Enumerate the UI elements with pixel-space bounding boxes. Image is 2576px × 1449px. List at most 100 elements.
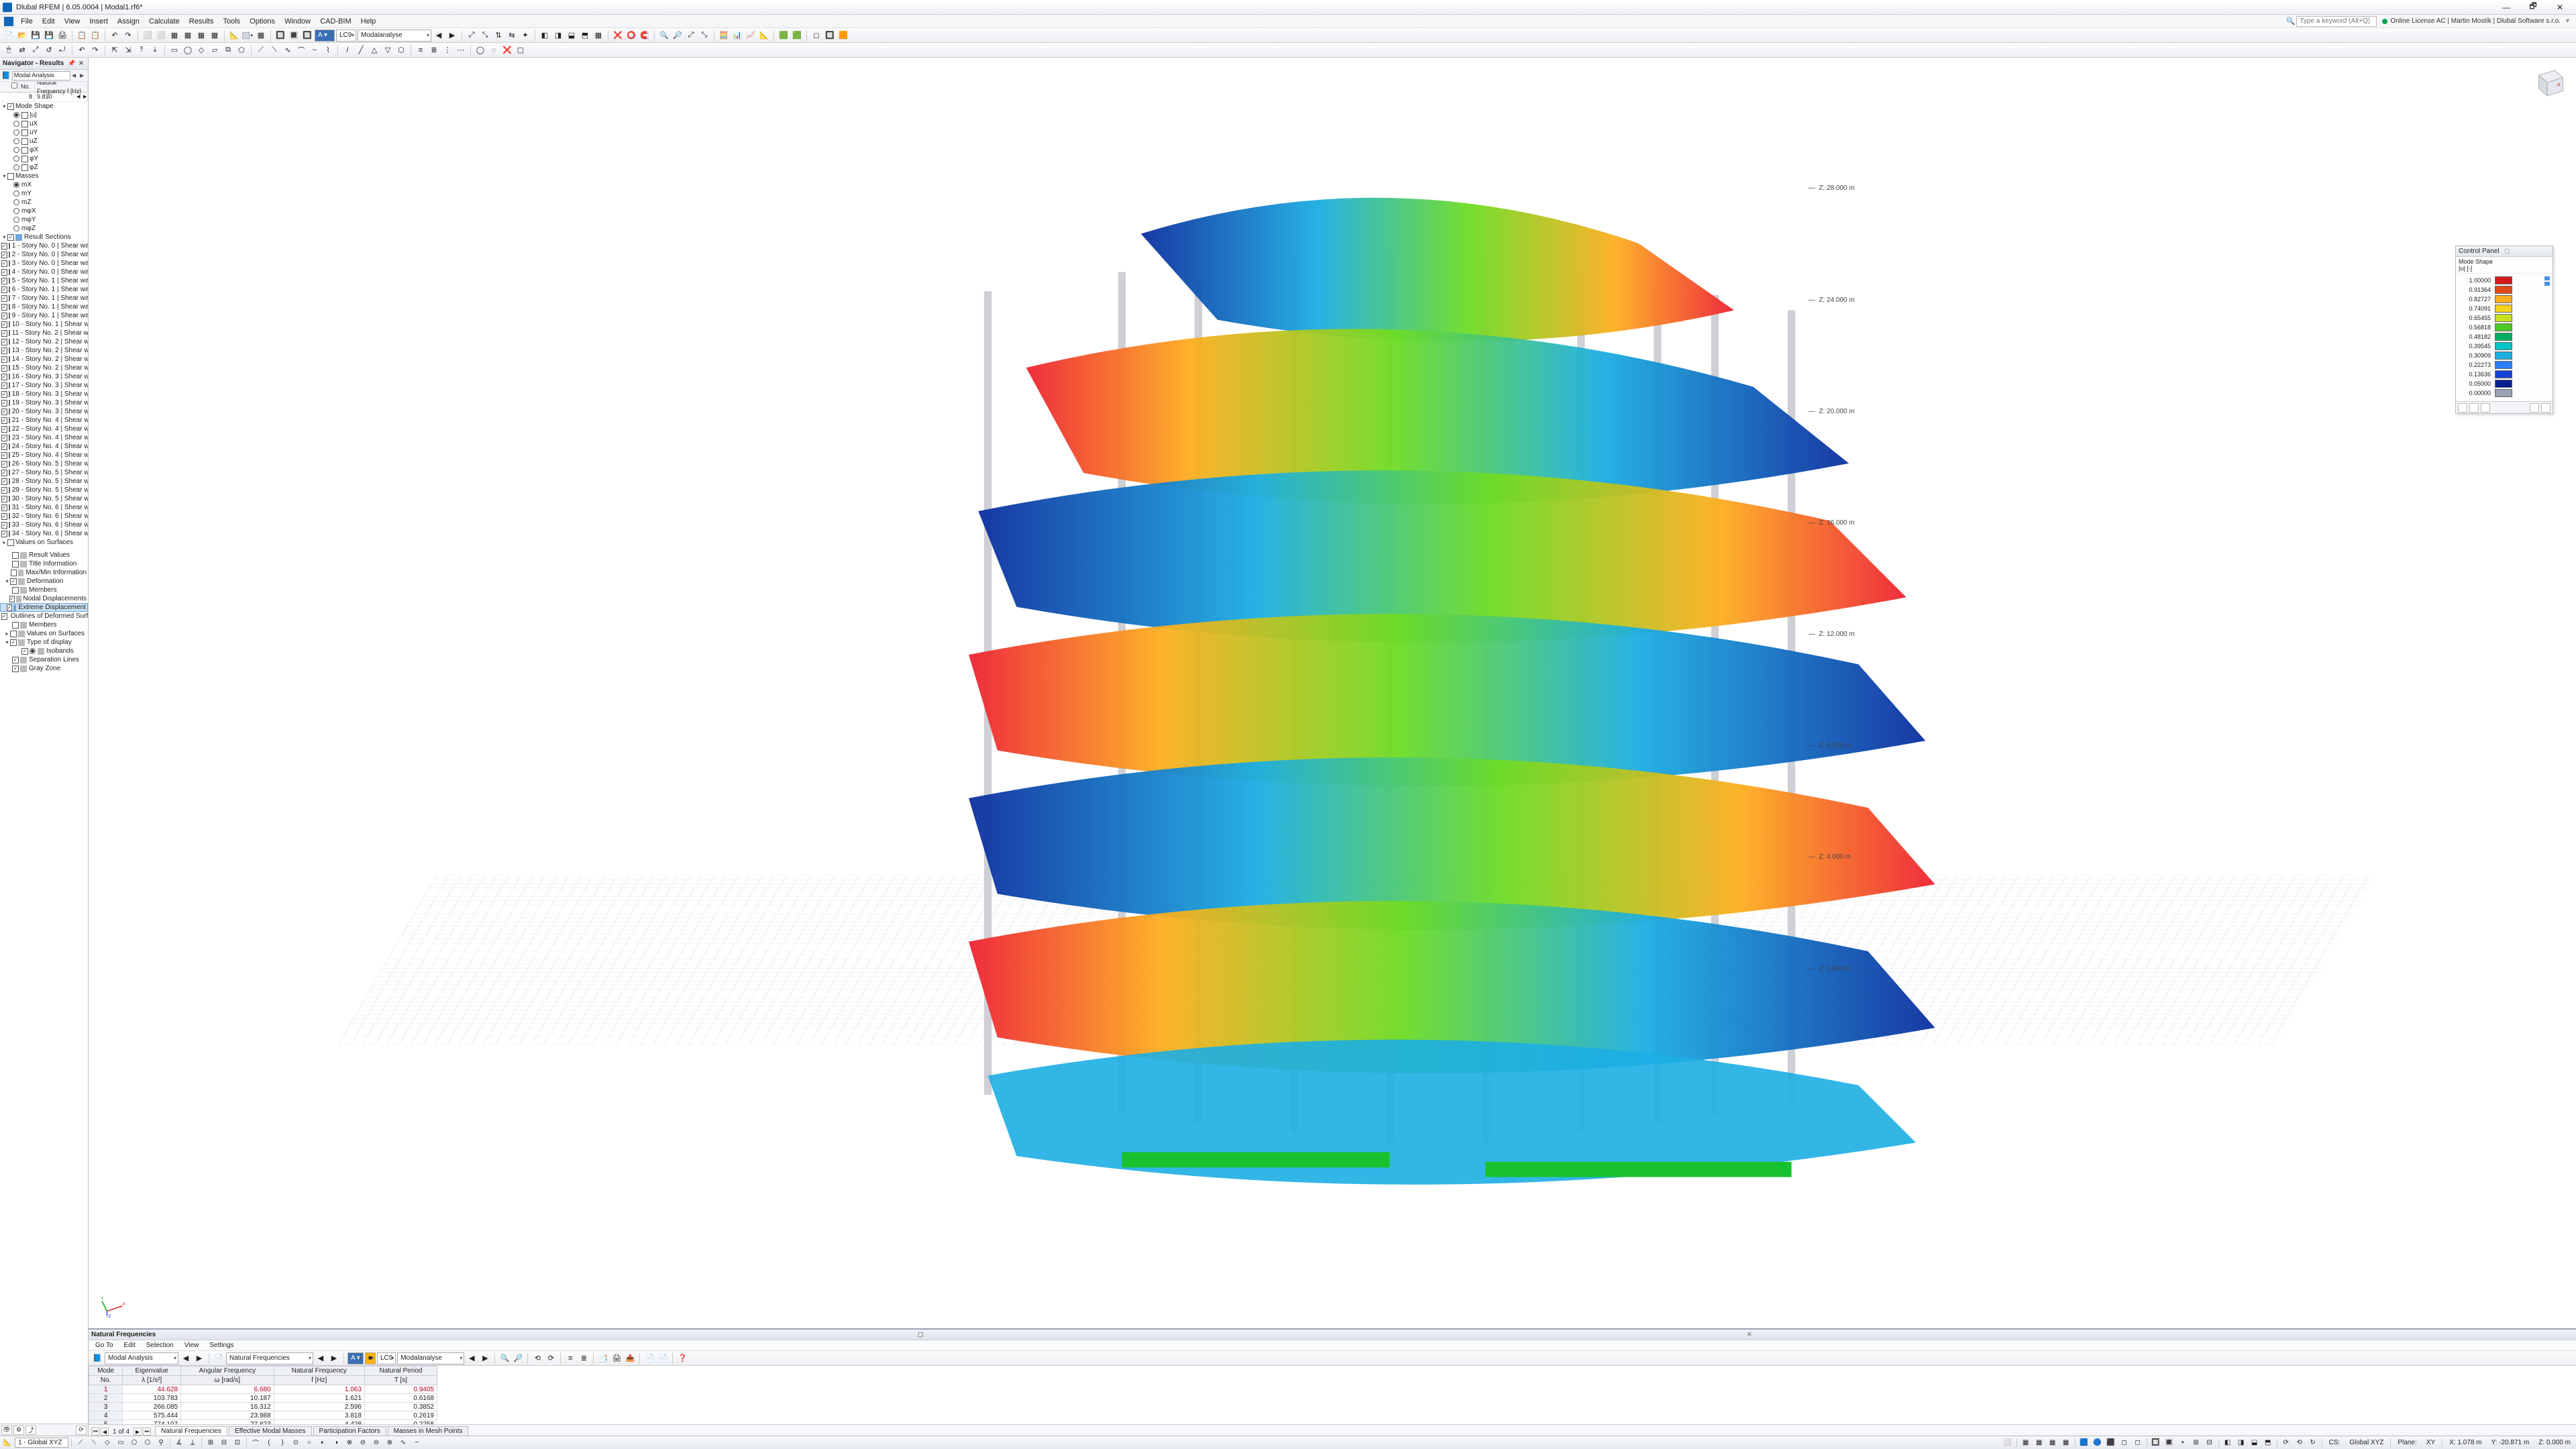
bp-combo-12[interactable]: LC9▾ [377,1352,396,1364]
toolbar-btn-tb2-0[interactable]: 🖱 [3,44,15,56]
nav-item[interactable]: Gray Zone [0,664,88,673]
section-row[interactable]: 15 - Story No. 2 | Shear wall No... [0,364,88,372]
status-btn-45[interactable]: 🔲 [2150,1438,2162,1448]
section-row[interactable]: 5 - Story No. 1 | Shear wall No. 8 [0,276,88,285]
bp-tab-2[interactable]: Participation Factors [313,1426,386,1436]
status-btn-39[interactable]: 🟦 [2078,1438,2090,1448]
bp-combo-13[interactable]: Modalanalyse▾ [397,1352,464,1364]
bp-btn-14[interactable]: ◀ [466,1352,478,1364]
status-btn-18[interactable]: ⌒ [250,1438,262,1448]
status-btn-49[interactable]: ⊟ [2204,1438,2216,1448]
status-btn-6[interactable]: ▭ [115,1438,127,1448]
section-row[interactable]: 17 - Story No. 3 | Shear wall No... [0,381,88,390]
bp-btn-31[interactable]: 📄 [657,1352,669,1364]
toolbar-btn-tb1-1[interactable]: 📂 [16,30,28,42]
bp-btn-8[interactable]: ▶ [328,1352,340,1364]
nav-item[interactable]: Outlines of Deformed Surf... [0,612,88,621]
menu-options[interactable]: Options [245,16,280,27]
bp-tab-1[interactable]: Effective Modal Masses [229,1426,311,1436]
section-row[interactable]: 32 - Story No. 6 | Shear wall No... [0,512,88,521]
toolbar-btn-tb1-4[interactable]: 🖨 [56,30,68,42]
nav-item[interactable]: Members [0,586,88,594]
status-btn-41[interactable]: ⬛ [2105,1438,2117,1448]
toolbar-btn-tb1-16[interactable]: ▦ [195,30,207,42]
toolbar-btn-tb1-24[interactable]: 🔳 [288,30,300,42]
bp-btn-3[interactable]: ▶ [193,1352,205,1364]
bp-btn-23[interactable]: ≡ [564,1352,576,1364]
section-row[interactable]: 24 - Story No. 4 | Shear wall No... [0,442,88,451]
section-row[interactable]: 6 - Story No. 1 | Shear wall No... [0,285,88,294]
tab-first[interactable]: ⏮ [91,1428,99,1436]
status-btn-19[interactable]: ( [263,1438,275,1448]
frequency-table[interactable]: ModeEigenvalueAngular FrequencyNatural F… [89,1366,437,1424]
status-btn-5[interactable]: ◇ [101,1438,113,1448]
toolbar-btn-tb2-34[interactable]: ≡ [415,44,427,56]
nav-icon-4[interactable]: ⟳ [76,1426,87,1435]
menu-file[interactable]: File [16,16,38,27]
toolbar-btn-tb2-9[interactable]: ⇱ [109,44,121,56]
toolbar-combo-26[interactable]: A ▾▾ [315,30,335,42]
toolbar-btn-tb2-12[interactable]: ⤓ [149,44,161,56]
toolbar-btn-tb1-32[interactable]: ⤢ [466,30,478,42]
status-btn-3[interactable]: ⟋ [74,1438,87,1448]
toolbar-btn-tb1-61[interactable]: ◻ [810,30,822,42]
bp-combo-11[interactable]: ■▾ [365,1352,376,1364]
toolbar-btn-tb2-18[interactable]: ⧉ [222,44,234,56]
legend-slider[interactable] [2544,276,2550,286]
toolbar-btn-tb1-10[interactable]: ↷ [122,30,134,42]
menu-tools[interactable]: Tools [218,16,245,27]
status-btn-20[interactable]: ) [276,1438,288,1448]
section-row[interactable]: 11 - Story No. 2 | Shear wall No... [0,329,88,337]
toolbar-btn-tb2-28[interactable]: / [341,44,354,56]
section-row[interactable]: 30 - Story No. 5 | Shear wall No... [0,494,88,503]
toolbar-btn-tb1-21[interactable]: ▦ [255,30,267,42]
toolbar-btn-tb2-36[interactable]: ⋮ [441,44,453,56]
toolbar-btn-tb1-14[interactable]: ▦ [168,30,180,42]
bp-tab-0[interactable]: Natural Frequencies [155,1426,227,1436]
status-btn-22[interactable]: ○ [303,1438,315,1448]
toolbar-btn-tb1-48[interactable]: 🔍 [658,30,670,42]
toolbar-btn-tb2-30[interactable]: △ [368,44,380,56]
status-btn-23[interactable]: ◐ [317,1438,329,1448]
status-btn-16[interactable]: ⊡ [231,1438,244,1448]
menu-cad-bim[interactable]: CAD-BIM [315,16,356,27]
status-btn-27[interactable]: ⊖ [370,1438,382,1448]
bp-btn-18[interactable]: 🔎 [512,1352,524,1364]
toolbar-btn-tb2-3[interactable]: ↺ [43,44,55,56]
toolbar-btn-tb2-42[interactable]: ▢ [515,44,527,56]
toolbar-btn-tb1-38[interactable]: ◧ [539,30,551,42]
status-btn-54[interactable]: ⬒ [2262,1438,2274,1448]
navcube[interactable]: -X [2530,64,2567,101]
status-btn-36[interactable]: ▦ [2047,1438,2059,1448]
nav-item[interactable]: ▾Deformation [0,577,88,586]
status-btn-7[interactable]: ⬠ [128,1438,140,1448]
close-button[interactable]: ✕ [2546,1,2573,14]
status-btn-24[interactable]: ◑ [330,1438,342,1448]
status-btn-47[interactable]: ▪ [2177,1438,2189,1448]
section-row[interactable]: 12 - Story No. 2 | Shear wall No... [0,337,88,346]
status-btn-51[interactable]: ◧ [2222,1438,2234,1448]
bp-menu-Selection[interactable]: Selection [142,1342,178,1349]
bp-btn-30[interactable]: 📄 [643,1352,655,1364]
section-row[interactable]: 26 - Story No. 5 | Shear wall No... [0,460,88,468]
bp-btn-28[interactable]: 📤 [624,1352,636,1364]
nav-icon-1[interactable]: 👁 [1,1426,12,1435]
status-btn-58[interactable]: ↻ [2307,1438,2319,1448]
toolbar-btn-tb1-17[interactable]: ▦ [209,30,221,42]
menu-results[interactable]: Results [184,16,219,27]
status-btn-15[interactable]: ⊟ [218,1438,230,1448]
toolbar-btn-tb2-7[interactable]: ↷ [89,44,101,56]
section-row[interactable]: 28 - Story No. 5 | Shear wall No... [0,477,88,486]
maximize-button[interactable]: 🗗 [2520,1,2546,14]
status-btn-26[interactable]: ⊘ [357,1438,369,1448]
menu-view[interactable]: View [60,16,85,27]
toolbar-btn-tb1-20[interactable]: ▾ [241,30,254,42]
toolbar-btn-tb1-15[interactable]: ▦ [182,30,194,42]
toolbar-btn-tb2-26[interactable]: ⌇ [322,44,334,56]
status-btn-32[interactable]: ⬜ [2002,1438,2014,1448]
section-row[interactable]: 27 - Story No. 5 | Shear wall No... [0,468,88,477]
toolbar-btn-tb2-2[interactable]: ⤢ [30,44,42,56]
toolbar-btn-tb1-36[interactable]: ✦ [519,30,531,42]
toolbar-btn-tb1-7[interactable]: 📋 [89,30,101,42]
bp-menu-View[interactable]: View [180,1342,203,1349]
